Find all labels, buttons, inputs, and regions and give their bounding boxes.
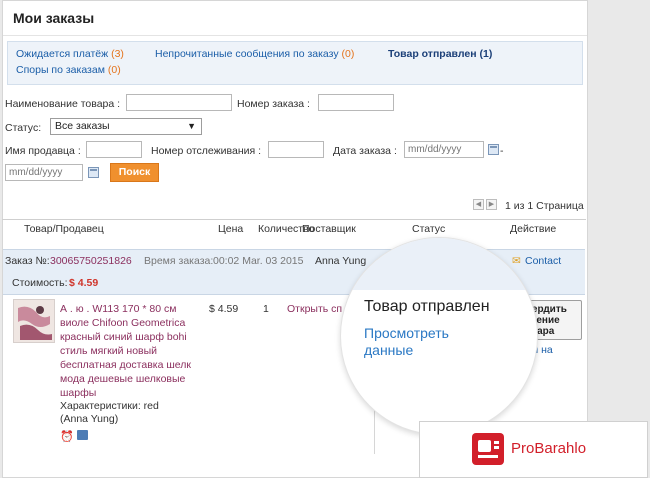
magnified-status: Товар отправлен (364, 298, 490, 315)
order-time-value: 00:02 Mar. 03 2015 (213, 255, 304, 267)
order-number-input[interactable] (318, 94, 394, 111)
date-range-dash: - (500, 145, 504, 157)
item-quantity: 1 (263, 303, 269, 315)
probarahlo-watermark: ProBarahlo (419, 421, 648, 478)
tracking-number-input[interactable] (268, 141, 324, 158)
dropdown-arrow-icon: ▼ (187, 121, 196, 131)
order-cost-label: Стоимость: (12, 277, 68, 289)
order-time-label: Время заказа: (144, 255, 214, 267)
product-name-label: Наименование товара : (5, 98, 121, 110)
order-date-label: Дата заказа : (333, 145, 397, 157)
date-to-input[interactable] (5, 164, 83, 181)
seller-name-label: Имя продавца : (5, 145, 81, 157)
product-title-line[interactable]: А . ю . W113 170 * 80 см (60, 303, 176, 315)
product-title-line[interactable]: виоле Chifoon Geometrica (60, 317, 185, 329)
header-status: Статус (412, 223, 446, 235)
order-summary-box: Ожидается платёж (3) Непрочитанные сообщ… (7, 41, 583, 85)
watermark-text: ProBarahlo (511, 440, 587, 457)
product-characteristics: Характеристики: red (60, 400, 159, 412)
magnifier-callout: Товар отправлен Просмотреть данные (340, 237, 538, 435)
title-divider (3, 35, 587, 36)
date-from-input[interactable] (404, 141, 484, 158)
header-action: Действие (510, 223, 557, 235)
order-number-label: Заказ №: (5, 255, 50, 267)
product-title-line[interactable]: бесплатная доставка шелк (60, 359, 191, 371)
item-price: $ 4.59 (209, 303, 239, 315)
order-cost-value: $ 4.59 (69, 277, 99, 289)
page-title: Мои заказы (13, 10, 95, 26)
product-thumbnail[interactable] (13, 299, 55, 343)
tracking-number-label: Номер отслеживания : (151, 145, 262, 157)
probarahlo-logo-icon (472, 433, 504, 465)
shipped-link[interactable]: Товар отправлен (1) (388, 48, 492, 60)
open-dispute-link[interactable]: Открыть сп (287, 303, 342, 315)
order-number-link[interactable]: 30065750251826 (50, 255, 132, 267)
unread-messages-label: Непрочитанные сообщения по заказу (155, 48, 339, 60)
seller-name-input[interactable] (86, 141, 142, 158)
product-title-line[interactable]: шарфы (60, 387, 96, 399)
product-seller: (Anna Yung) (60, 413, 119, 425)
order-number-label: Номер заказа : (237, 98, 310, 110)
product-title-line[interactable]: мода дешевые шелковые (60, 373, 185, 385)
disputes-label: Споры по заказам (16, 64, 105, 76)
awaiting-payment-link[interactable]: Ожидается платёж (3) (16, 48, 124, 60)
magnifier-header-band (341, 238, 537, 290)
awaiting-payment-label: Ожидается платёж (16, 48, 109, 60)
status-label: Статус: (5, 122, 42, 134)
unread-messages-count: (0) (341, 48, 355, 60)
search-button[interactable]: Поиск (110, 163, 159, 182)
header-price: Цена (218, 223, 244, 235)
shipped-count: (1) (479, 48, 493, 60)
image-icon[interactable] (77, 430, 88, 440)
pagination-text: 1 из 1 Страница (505, 200, 584, 212)
status-select[interactable]: Все заказы ▼ (50, 118, 202, 135)
product-name-input[interactable] (126, 94, 232, 111)
prev-page-icon[interactable]: ◀ (473, 199, 484, 210)
header-supplier: Поставщик (302, 223, 356, 235)
unread-messages-link[interactable]: Непрочитанные сообщения по заказу (0) (155, 48, 354, 60)
view-details-link[interactable]: Просмотреть (364, 325, 449, 341)
shipped-label: Товар отправлен (388, 48, 477, 60)
header-product-seller: Товар/Продавец (24, 223, 104, 235)
view-details-link[interactable]: данные (364, 342, 413, 358)
awaiting-payment-count: (3) (111, 48, 124, 60)
table-header-divider (2, 219, 586, 220)
disputes-count: (0) (107, 64, 121, 76)
calendar-icon[interactable] (88, 167, 99, 178)
product-title-line[interactable]: стиль мягкий новый (60, 345, 157, 357)
next-page-icon[interactable]: ▶ (486, 199, 497, 210)
alarm-clock-icon[interactable]: ⏰ (60, 430, 74, 443)
disputes-link[interactable]: Споры по заказам (0) (16, 64, 121, 76)
calendar-icon[interactable] (488, 144, 499, 155)
status-select-value: Все заказы (55, 120, 110, 132)
product-title-line[interactable]: красный синий шарф bohi (60, 331, 187, 343)
